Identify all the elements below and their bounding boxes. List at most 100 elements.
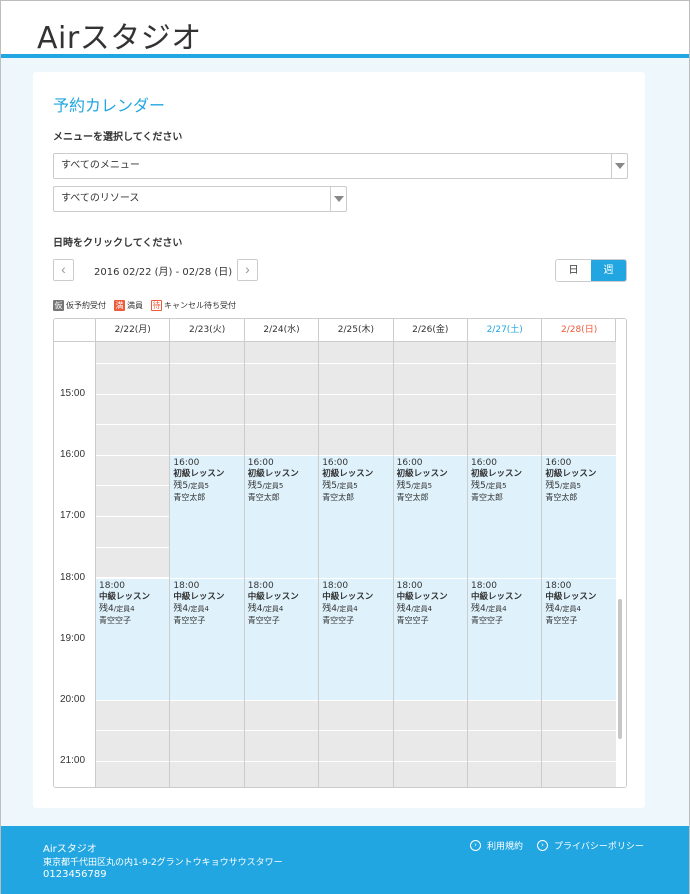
remaining-seats: 残5 — [247, 481, 263, 492]
privacy-link[interactable]: › プライバシーポリシー — [537, 839, 644, 852]
lesson-availability: 残5/定員5 — [248, 480, 315, 492]
menu-select[interactable]: すべてのメニュー — [53, 153, 628, 179]
capacity: /定員4 — [485, 604, 507, 613]
slot-divider — [468, 730, 542, 732]
capacity: /定員4 — [188, 604, 209, 613]
lesson-availability: 残4/定員4 — [248, 603, 315, 615]
slot-divider — [170, 730, 244, 732]
lesson-slot[interactable]: 16:00 初級レッスン 残5/定員5 青空太郎 — [542, 455, 616, 578]
slot-divider — [96, 393, 170, 395]
lesson-time: 18:00 — [99, 580, 125, 591]
slot-divider — [96, 424, 170, 426]
lesson-time: 18:00 — [545, 580, 572, 591]
lesson-time: 16:00 — [173, 458, 200, 469]
slot-divider — [393, 760, 467, 762]
instructor-name: 青空太郎 — [396, 493, 429, 503]
terms-link[interactable]: › 利用規約 — [470, 839, 523, 852]
instructor-name: 青空空子 — [396, 615, 429, 625]
lesson-slot[interactable]: 16:00 初級レッスン 残5/定員5 青空太郎 — [170, 455, 244, 578]
lesson-name: 中級レッスン — [545, 591, 597, 602]
lesson-slot[interactable]: 16:00 初級レッスン 残5/定員5 青空太郎 — [319, 455, 393, 578]
privacy-label: プライバシーポリシー — [554, 842, 644, 852]
lesson-name: 初級レッスン — [396, 469, 448, 480]
chevron-left-icon: ‹ — [61, 261, 66, 277]
instructor-name: 青空太郎 — [247, 493, 280, 503]
lesson-slot[interactable]: 18:00 中級レッスン 残4/定員4 青空空子 — [393, 577, 467, 700]
lesson-name: 初級レッスン — [173, 469, 225, 480]
day-column[interactable] — [95, 342, 170, 787]
lesson-name: 中級レッスン — [396, 591, 448, 602]
date-label: 日時をクリックしてください — [53, 238, 183, 249]
lesson-time: 18:00 — [247, 580, 274, 591]
resource-select-value: すべてのリソース — [61, 193, 140, 204]
chevron-circle-right-icon: › — [470, 840, 481, 851]
day-header: 2/25(木) — [318, 319, 393, 342]
lesson-slot[interactable]: 16:00 初級レッスン 残5/定員5 青空太郎 — [393, 455, 467, 578]
slot-divider — [542, 393, 616, 395]
date-range: 2016 02/22 (月) - 02/28 (日) — [94, 267, 233, 278]
legend-label: 満員 — [127, 301, 143, 310]
remaining-seats: 残5 — [396, 481, 412, 492]
lesson-availability: 残4/定員4 — [545, 603, 612, 615]
lesson-name: 中級レッスン — [471, 591, 523, 602]
provisional-badge: 仮 — [53, 300, 64, 311]
capacity: /定員5 — [262, 482, 284, 491]
slot-divider — [96, 546, 170, 548]
time-label: 17:00 — [60, 510, 86, 522]
slot-divider — [96, 454, 170, 456]
remaining-seats: 残4 — [247, 603, 263, 614]
lesson-availability: 残5/定員5 — [397, 480, 464, 492]
lesson-availability: 残4/定員4 — [471, 603, 538, 615]
lesson-name: 中級レッスン — [99, 591, 151, 602]
instructor-name: 青空太郎 — [545, 493, 578, 503]
lesson-name: 初級レッスン — [247, 469, 299, 480]
day-view-button[interactable]: 日 — [556, 260, 591, 281]
slot-divider — [244, 363, 319, 364]
footer-store-name: Airスタジオ — [43, 844, 97, 855]
lesson-slot[interactable]: 16:00 初級レッスン 残5/定員5 青空太郎 — [468, 455, 542, 578]
lesson-slot[interactable]: 18:00 中級レッスン 残4/定員4 青空空子 — [244, 577, 319, 700]
lesson-availability: 残4/定員4 — [397, 603, 464, 615]
lesson-name: 中級レッスン — [247, 591, 299, 602]
slot-divider — [170, 393, 244, 395]
slot-divider — [170, 363, 244, 364]
remaining-seats: 残5 — [173, 481, 189, 492]
header: Airスタジオ — [1, 1, 689, 58]
slot-divider — [244, 393, 319, 395]
resource-select[interactable]: すべてのリソース — [53, 186, 347, 212]
lesson-slot[interactable]: 18:00 中級レッスン 残4/定員4 青空空子 — [542, 577, 616, 700]
slot-divider — [468, 424, 542, 426]
slot-divider — [468, 393, 542, 395]
remaining-seats: 残5 — [471, 481, 486, 492]
capacity: /定員5 — [336, 482, 358, 491]
lesson-slot[interactable]: 18:00 中級レッスン 残4/定員4 青空空子 — [170, 577, 244, 700]
week-view-button[interactable]: 週 — [591, 260, 626, 281]
next-week-button[interactable]: › — [237, 259, 258, 281]
calendar-scrollbar[interactable] — [618, 599, 622, 739]
chevron-right-icon: › — [245, 261, 250, 277]
footer-address: 東京都千代田区丸の内1-9-2グラントウキョウサウスタワー — [43, 858, 283, 868]
remaining-seats: 残5 — [322, 481, 337, 492]
menu-label: メニューを選択してください — [53, 132, 183, 143]
lesson-slot[interactable]: 18:00 中級レッスン 残4/定員4 青空空子 — [96, 577, 170, 700]
site-logo[interactable]: Airスタジオ — [37, 13, 202, 57]
instructor-name: 青空空子 — [247, 615, 280, 625]
lesson-slot[interactable]: 16:00 初級レッスン 残5/定員5 青空太郎 — [244, 455, 319, 578]
prev-week-button[interactable]: ‹ — [53, 259, 74, 281]
day-header: 2/28(日) — [541, 319, 616, 342]
capacity: /定員4 — [336, 604, 358, 613]
lesson-slot[interactable]: 18:00 中級レッスン 残4/定員4 青空空子 — [468, 577, 542, 700]
slot-divider — [319, 730, 393, 732]
legend-waitlist: 待 キャンセル待ち受付 — [151, 300, 236, 311]
day-header: 2/23(火) — [169, 319, 244, 342]
instructor-name: 青空空子 — [322, 615, 355, 625]
capacity: /定員5 — [411, 482, 433, 491]
lesson-time: 16:00 — [396, 458, 423, 469]
calendar-scroll-track[interactable] — [615, 319, 626, 787]
time-label: 18:00 — [60, 571, 86, 583]
slot-divider — [319, 393, 393, 395]
menu-select-value: すべてのメニュー — [61, 160, 140, 171]
lesson-slot[interactable]: 18:00 中級レッスン 残4/定員4 青空空子 — [319, 577, 393, 700]
legend-label: キャンセル待ち受付 — [164, 301, 236, 310]
slot-divider — [393, 424, 467, 426]
